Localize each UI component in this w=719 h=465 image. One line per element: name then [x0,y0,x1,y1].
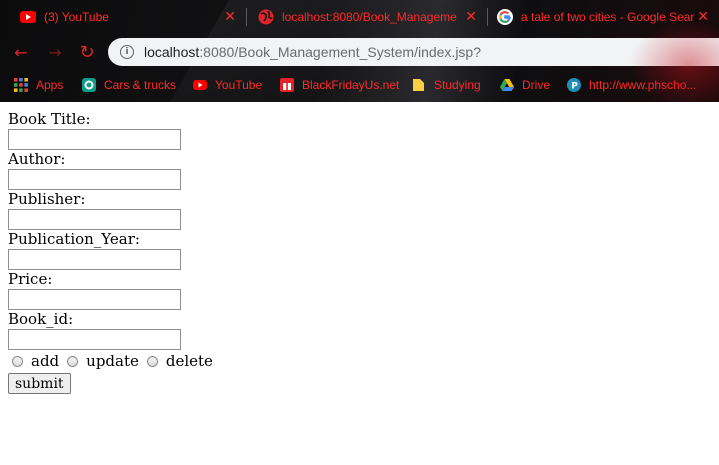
close-icon[interactable]: ✕ [697,9,709,25]
drive-icon [500,79,514,91]
author-input[interactable] [8,169,181,190]
add-radio-label: add [31,352,60,370]
tab-divider [487,8,488,26]
bookmark-blackfriday[interactable]: BlackFridayUs.net [280,76,399,94]
gift-icon [280,78,294,92]
bookmark-label: Drive [522,78,551,92]
bookmark-label: Apps [36,78,64,92]
author-label: Author: [8,150,66,168]
publication-year-label: Publication_Year: [8,230,140,248]
close-icon[interactable]: ✕ [465,9,477,25]
bookmark-youtube[interactable]: YouTube [193,76,262,94]
bookmark-label: Cars & trucks [104,78,177,92]
youtube-icon [193,80,207,90]
book-form: Book Title: Author: Publisher: Publicati… [8,110,221,394]
action-radio-group: add update delete [8,351,221,371]
delete-radio-label: delete [165,352,213,370]
back-arrow-icon[interactable]: ← [11,42,31,62]
bookmark-label: Studying [434,78,481,92]
publication-year-input[interactable] [8,249,181,270]
svg-text:P: P [571,82,578,92]
browser-chrome: (3) YouTube ✕ localhost:8080/Book_Manage… [0,0,719,102]
publisher-label: Publisher: [8,190,86,208]
add-radio[interactable] [12,355,23,367]
youtube-icon [20,11,36,23]
book-id-input[interactable] [8,329,181,350]
tab-google[interactable]: a tale of two cities - Google Sear ✕ [497,4,719,30]
bookmark-apps[interactable]: Apps [14,76,63,94]
book-title-input[interactable] [8,129,181,150]
cars-trucks-icon [82,78,96,92]
tab-title: (3) YouTube [44,10,109,24]
update-radio[interactable] [67,355,79,367]
globe-icon [258,9,274,25]
tab-youtube[interactable]: (3) YouTube ✕ [20,4,242,30]
pearson-icon: P [567,78,581,92]
folder-icon [413,79,424,91]
price-label: Price: [8,270,53,288]
forward-arrow-icon[interactable]: → [45,42,65,62]
address-bar[interactable]: i localhost:8080/Book_Management_System/… [108,38,719,66]
info-icon[interactable]: i [120,45,134,59]
submit-button[interactable]: submit [8,373,71,394]
book-id-label: Book_id: [8,310,74,328]
bookmark-phschool[interactable]: P http://www.phscho... [567,76,696,94]
tab-divider [246,8,247,26]
close-icon[interactable]: ✕ [224,9,236,25]
url-path: :8080/Book_Management_System/index.jsp? [199,44,481,60]
bookmark-label: BlackFridayUs.net [302,78,400,92]
delete-radio[interactable] [146,355,158,367]
bookmark-drive[interactable]: Drive [500,76,550,94]
bookmark-label: http://www.phscho... [589,78,697,92]
bookmark-label: YouTube [215,78,263,92]
page-content: Book Title: Author: Publisher: Publicati… [0,102,719,465]
price-input[interactable] [8,289,181,310]
bookmarks-bar: Apps Cars & trucks YouTube BlackFridayUs… [0,70,719,100]
url-host: localhost [144,44,200,60]
update-radio-label: update [86,352,139,370]
bookmark-studying[interactable]: Studying [412,76,481,94]
tab-localhost[interactable]: localhost:8080/Book_Manageme ✕ [258,4,483,30]
bookmark-cars-trucks[interactable]: Cars & trucks [82,76,176,94]
tab-title: localhost:8080/Book_Manageme [282,10,457,24]
tab-strip: (3) YouTube ✕ localhost:8080/Book_Manage… [0,0,719,34]
book-title-label: Book Title: [8,110,91,128]
tab-title: a tale of two cities - Google Sear [521,10,695,24]
google-icon [497,9,513,25]
reload-icon[interactable]: ↻ [77,42,97,63]
browser-toolbar: ← → ↻ i localhost:8080/Book_Management_S… [0,34,719,70]
apps-grid-icon [14,78,28,92]
publisher-input[interactable] [8,209,181,230]
